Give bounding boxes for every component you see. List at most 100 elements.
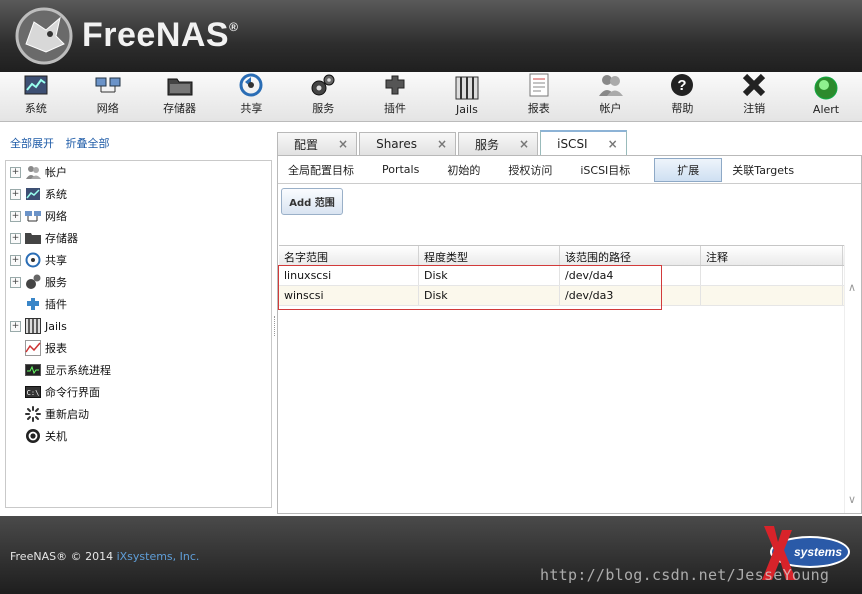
plugins-icon [381,72,409,98]
close-icon[interactable]: × [437,137,447,151]
column-header-path[interactable]: 该范围的路径 [560,246,701,265]
tree-item-network[interactable]: + 网络 [6,205,271,227]
cell-extent-type: Disk [419,266,560,285]
toolbar-help[interactable]: ? 帮助 [646,72,718,121]
tree-item-account[interactable]: + 帐户 [6,161,271,183]
reports-icon [25,340,41,356]
app-header: FreeNAS® [0,0,862,72]
power-icon [25,428,41,444]
cell-extent-name: linuxscsi [279,266,419,285]
jails-icon [25,318,41,334]
expand-icon[interactable]: + [10,210,21,222]
expand-icon[interactable]: + [10,276,21,288]
jails-icon [453,75,481,101]
table-row[interactable]: linuxscsi Disk /dev/da4 [279,266,861,286]
help-icon: ? [668,72,696,98]
extents-grid: 名字范围 程度类型 该范围的路径 注释 linuxscsi Disk /dev/… [279,245,861,513]
logout-icon [740,72,768,98]
cell-path: /dev/da4 [560,266,701,285]
expand-icon[interactable]: + [10,232,21,244]
system-icon [22,72,50,98]
account-icon [25,164,41,180]
toolbar-services[interactable]: 服务 [287,72,359,121]
toolbar-account[interactable]: 帐户 [575,72,647,121]
toolbar-network[interactable]: 网络 [72,72,144,121]
toolbar-alert[interactable]: Alert [790,72,862,121]
tree-item-shell[interactable]: C:\ 命令行界面 [6,381,271,403]
company-link[interactable]: iXsystems, Inc. [117,550,200,563]
subtab-associated-targets[interactable]: 关联Targets [728,159,798,181]
alert-icon [812,75,840,101]
toolbar-system[interactable]: 系统 [0,72,72,121]
tree-item-processes[interactable]: 显示系统进程 [6,359,271,381]
toolbar-sharing[interactable]: 共享 [215,72,287,121]
network-icon [25,208,41,224]
main-panel: 配置 × Shares × 服务 × iSCSI × 全局配置目标 Portal… [277,126,862,514]
grid-header: 名字范围 程度类型 该范围的路径 注释 [279,246,861,266]
tree-item-storage[interactable]: + 存储器 [6,227,271,249]
services-icon [25,274,41,290]
subtab-global-config[interactable]: 全局配置目标 [284,159,358,181]
expand-icon[interactable]: + [10,254,21,266]
tree-item-sharing[interactable]: + 共享 [6,249,271,271]
terminal-icon: C:\ [25,384,41,400]
add-extent-button[interactable]: Add 范围 [281,188,343,215]
scroll-up-icon[interactable]: ∧ [848,281,856,294]
toolbar-logout[interactable]: 注销 [718,72,790,121]
tree-item-system[interactable]: + 系统 [6,183,271,205]
main-toolbar: 系统 网络 存储器 共享 服务 插件 Jails 报表 帐户 ? 帮助 注销 A… [0,72,862,122]
tab-services[interactable]: 服务 × [458,132,539,155]
tree-item-plugins[interactable]: 插件 [6,293,271,315]
cell-path: /dev/da3 [560,286,701,305]
toolbar-storage[interactable]: 存储器 [144,72,216,121]
collapse-all-link[interactable]: 折叠全部 [66,137,110,150]
subtab-portals[interactable]: Portals [378,160,423,179]
close-icon[interactable]: × [519,137,529,151]
close-icon[interactable]: × [338,137,348,151]
column-header-extent-type[interactable]: 程度类型 [419,246,560,265]
tree-item-reboot[interactable]: 重新启动 [6,403,271,425]
services-icon [309,72,337,98]
table-row[interactable]: winscsi Disk /dev/da3 [279,286,861,306]
cell-comment [701,266,843,285]
cell-comment [701,286,843,305]
tab-config[interactable]: 配置 × [277,132,358,155]
scroll-down-icon[interactable]: ∨ [848,493,856,506]
freenas-logo-icon [15,7,73,65]
column-header-extent-name[interactable]: 名字范围 [279,246,419,265]
close-icon[interactable]: × [608,137,618,151]
subtab-iscsi-targets[interactable]: iSCSI目标 [576,159,634,181]
tree-item-jails[interactable]: + Jails [6,315,271,337]
expand-icon[interactable]: + [10,166,21,178]
tab-iscsi[interactable]: iSCSI × [540,130,627,155]
tree-item-reports[interactable]: 报表 [6,337,271,359]
copyright-text: FreeNAS® © 2014 iXsystems, Inc. [10,550,200,563]
sharing-icon [25,252,41,268]
system-icon [25,186,41,202]
subtab-initiators[interactable]: 初始的 [443,159,484,181]
tree-item-services[interactable]: + 服务 [6,271,271,293]
storage-icon [166,72,194,98]
tab-content: 全局配置目标 Portals 初始的 授权访问 iSCSI目标 扩展 关联Tar… [277,155,862,514]
toolbar-plugins[interactable]: 插件 [359,72,431,121]
tab-bar: 配置 × Shares × 服务 × iSCSI × [277,130,629,156]
panel-splitter[interactable] [274,316,276,336]
subtab-auth-access[interactable]: 授权访问 [504,159,556,181]
expand-all-link[interactable]: 全部展开 [10,137,54,150]
app-footer: FreeNAS® © 2014 iXsystems, Inc. systems … [0,516,862,594]
sharing-icon [237,72,265,98]
expand-icon[interactable]: + [10,320,21,332]
toolbar-reports[interactable]: 报表 [503,72,575,121]
account-icon [597,72,625,98]
process-monitor-icon [25,362,41,378]
tab-shares[interactable]: Shares × [359,132,457,155]
toolbar-jails[interactable]: Jails [431,72,503,121]
subtab-extents[interactable]: 扩展 [654,157,723,182]
grid-scrollbar[interactable]: ∧ ∨ [844,245,861,513]
column-header-comment[interactable]: 注释 [701,246,843,265]
watermark-text: http://blog.csdn.net/JesseYoung [540,566,830,584]
svg-text:?: ? [678,77,687,94]
tree-item-shutdown[interactable]: 关机 [6,425,271,447]
expand-icon[interactable]: + [10,188,21,200]
reboot-spinner-icon [25,406,41,422]
